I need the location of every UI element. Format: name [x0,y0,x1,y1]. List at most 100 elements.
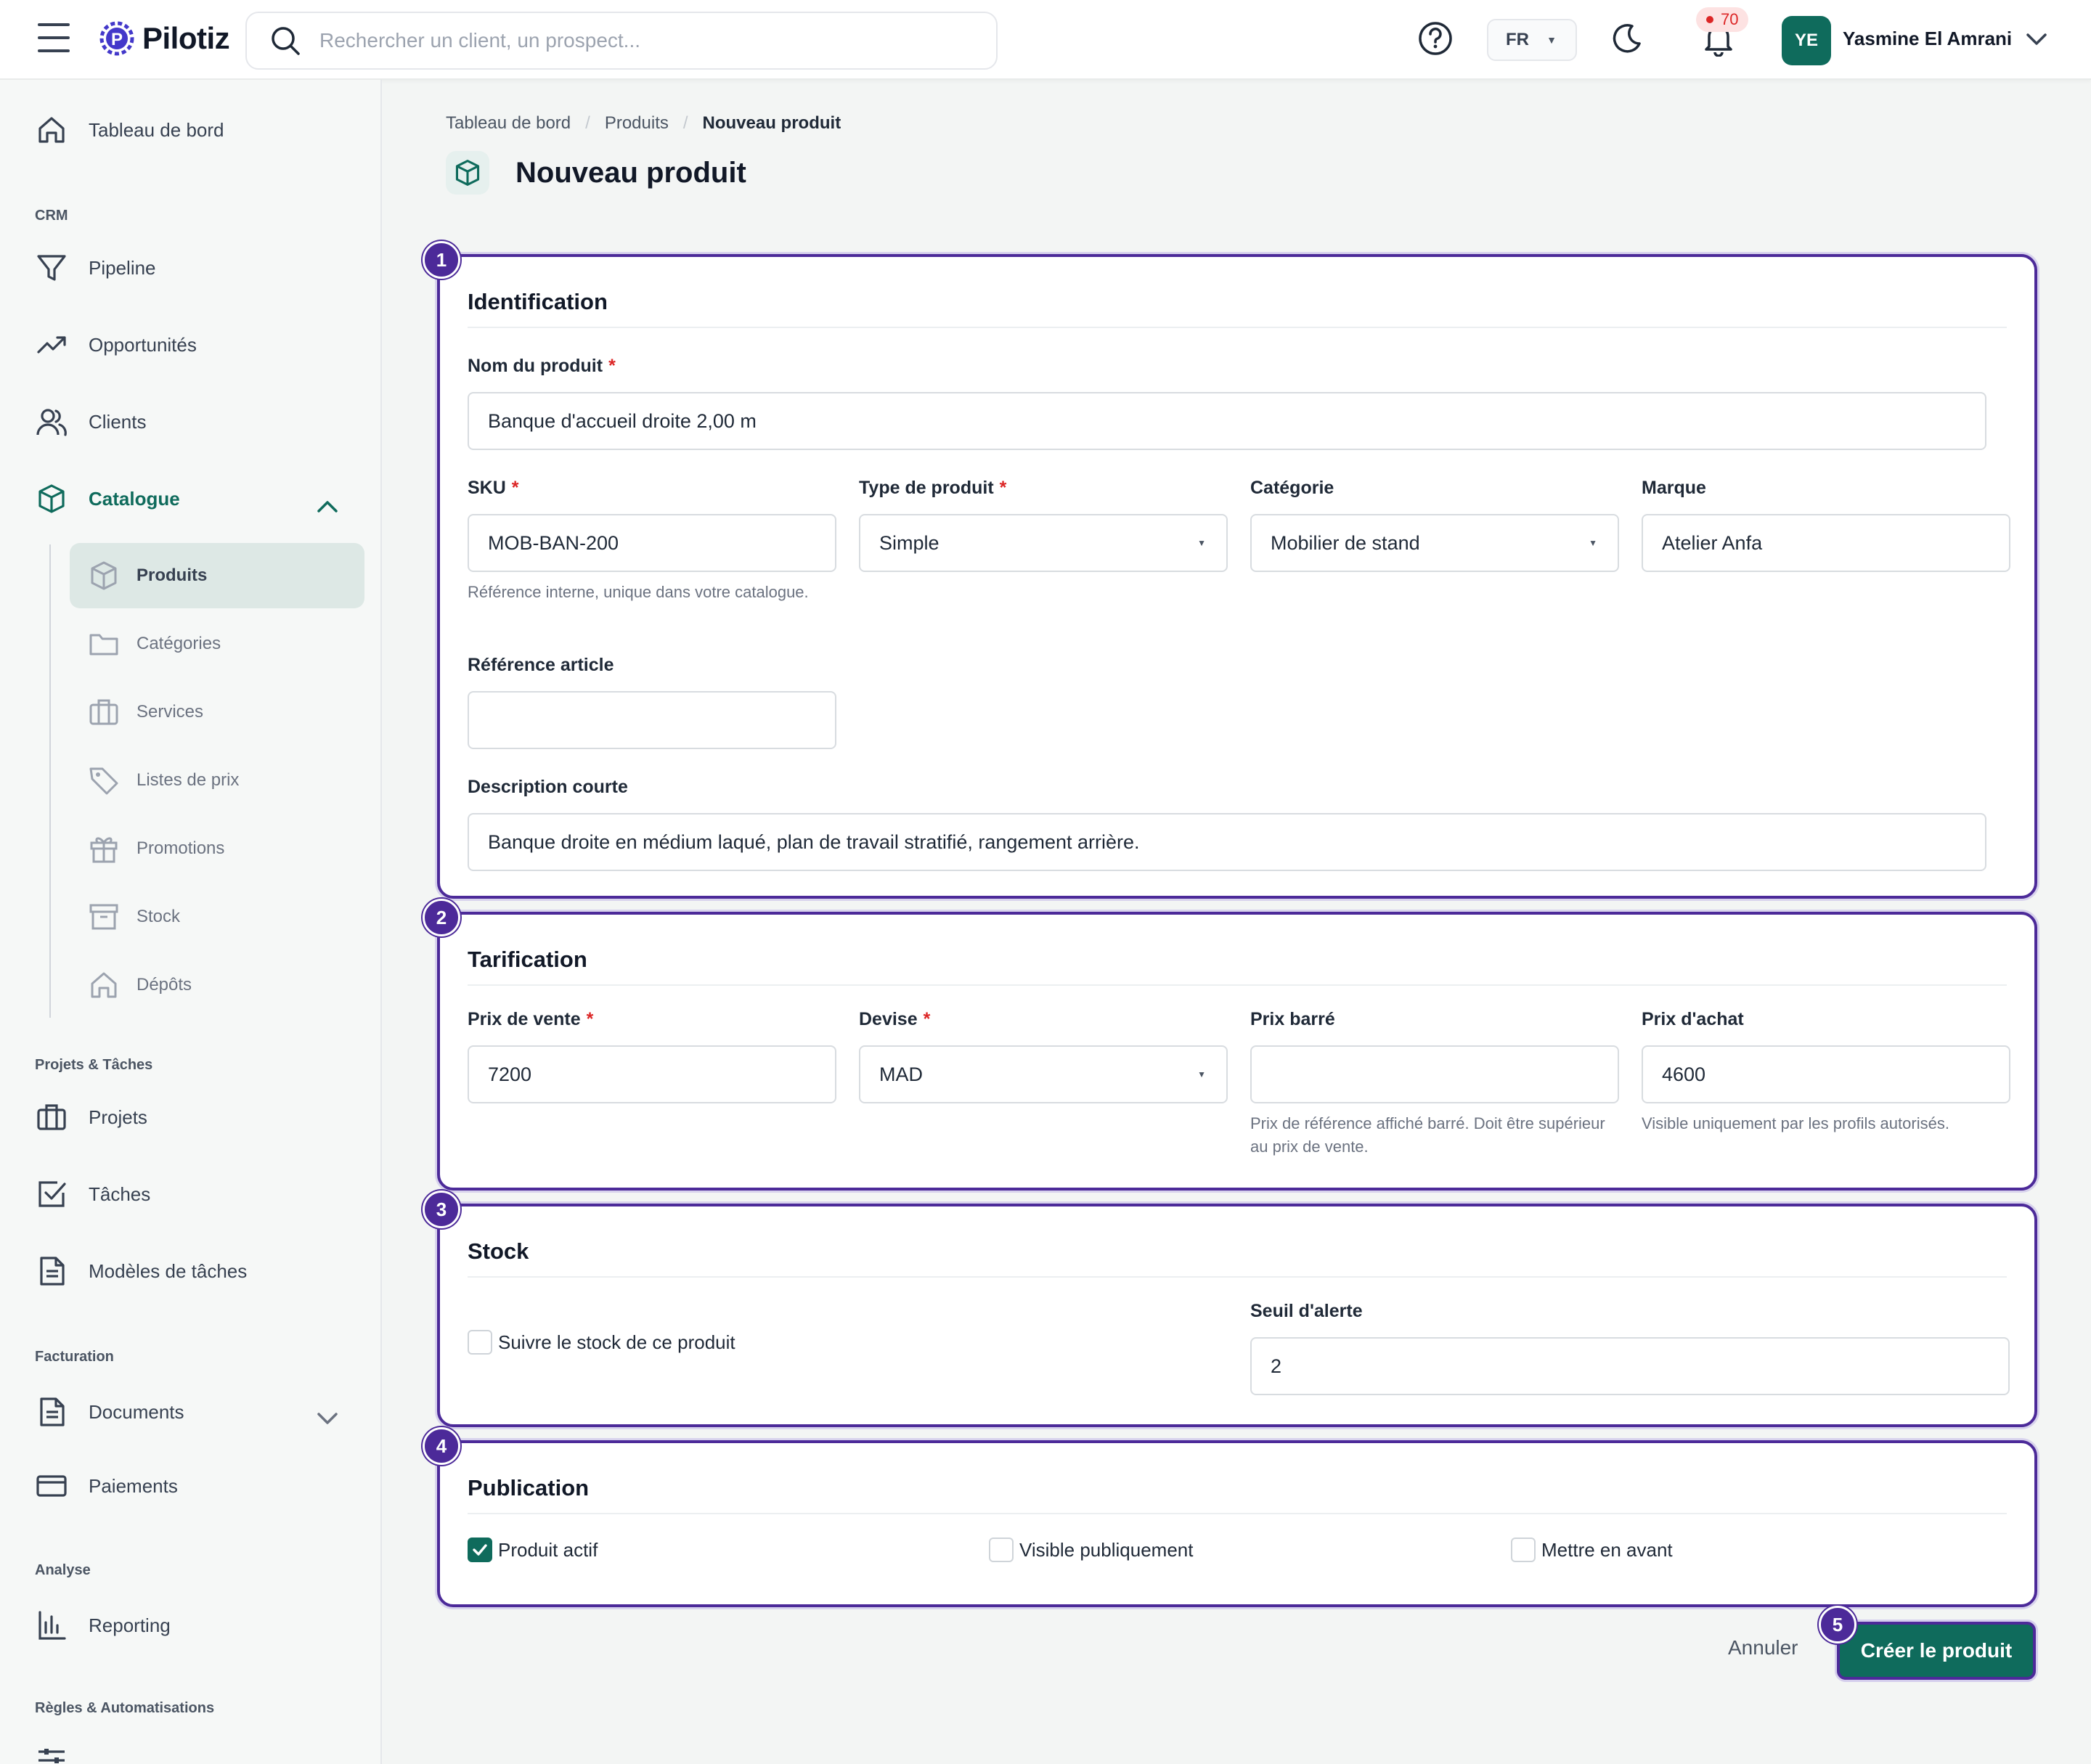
active-option[interactable]: Produit actif [468,1538,598,1562]
strike-price-label: Prix barré [1250,1009,1335,1029]
step-badge: 1 [423,241,460,279]
document-icon [35,1395,68,1429]
moon-icon[interactable] [1610,22,1644,55]
active-checkbox[interactable] [468,1538,492,1562]
category-select[interactable]: Mobilier de stand ▼ [1250,514,1619,572]
section-label-rules: Règles & Automatisations [35,1700,215,1716]
product-name-input[interactable]: Banque d'accueil droite 2,00 m [468,392,1986,450]
track-stock-label: Suivre le stock de ce produit [498,1331,735,1353]
chevron-down-icon[interactable] [315,1407,340,1429]
notification-badge: 70 [1696,7,1749,32]
sidebar-item-depots[interactable]: Dépôts [70,952,364,1018]
card-divider [468,1276,2007,1278]
notification-count: 70 [1721,10,1739,28]
public-option[interactable]: Visible publiquement [989,1538,1193,1562]
purchase-price-label: Prix d'achat [1642,1009,1744,1029]
sidebar-item-tasks[interactable]: Tâches [35,1177,150,1211]
sidebar-item-stock[interactable]: Stock [70,884,364,950]
sidebar-item-catalogue[interactable]: Catalogue [35,482,180,515]
sidebar-item-label: Clients [89,410,147,433]
card-title: Stock [468,1238,529,1264]
search-input[interactable] [319,29,973,52]
strike-price-help: Prix de référence affiché barré. Doit êt… [1250,1114,1605,1156]
card-title: Identification [468,289,608,314]
section-label-billing: Facturation [35,1349,114,1365]
help-icon[interactable] [1417,20,1454,57]
purchase-price-input[interactable]: 4600 [1642,1045,2010,1103]
avatar[interactable]: YE [1782,16,1831,65]
step-badge: 3 [423,1191,460,1228]
public-checkbox[interactable] [989,1538,1014,1562]
caret-down-icon: ▼ [1197,538,1206,548]
document-icon [35,1254,68,1288]
active-label: Produit actif [498,1538,598,1561]
currency-label: Devise * [859,1009,931,1029]
breadcrumb: Tableau de bord / Produits / Nouveau pro… [446,113,841,134]
featured-option[interactable]: Mettre en avant [1511,1538,1673,1562]
alert-threshold-input[interactable]: 2 [1250,1337,2010,1395]
home-icon [35,113,68,147]
chevron-down-icon[interactable] [2024,28,2049,49]
briefcase-icon [35,1101,68,1134]
brand-input[interactable]: Atelier Anfa [1642,514,2010,572]
sidebar-item-automations[interactable] [35,1742,68,1764]
sidebar-item-label: Catalogue [89,487,180,510]
chevron-up-icon[interactable] [315,495,340,517]
currency-select[interactable]: MAD ▼ [859,1045,1228,1103]
app-logo[interactable]: P Pilotiz [96,17,230,60]
trending-up-icon [35,328,68,362]
warehouse-icon [87,968,121,1002]
sidebar-item-label: Paiements [89,1474,178,1497]
sidebar-item-projects[interactable]: Projets [35,1101,147,1134]
track-stock-checkbox[interactable] [468,1330,492,1355]
caret-down-icon: ▼ [1546,34,1557,46]
sidebar-item-clients[interactable]: Clients [35,405,146,438]
sale-price-input[interactable]: 7200 [468,1045,836,1103]
user-name[interactable]: Yasmine El Amrani [1843,28,2012,50]
language-select[interactable]: FR ▼ [1487,19,1577,61]
checkmark-icon [473,1544,487,1556]
users-icon [35,405,68,438]
sku-input[interactable]: MOB-BAN-200 [468,514,836,572]
pilotiz-logo-icon: P [99,21,134,56]
sidebar-item-opportunities[interactable]: Opportunités [35,328,197,362]
card-title: Publication [468,1475,590,1500]
sidebar-item-documents[interactable]: Documents [35,1395,184,1429]
search-box[interactable] [245,12,998,70]
menu-icon[interactable] [38,23,70,52]
breadcrumb-separator: / [682,113,688,133]
reference-input[interactable] [468,691,836,749]
brand-label: Marque [1642,478,1706,498]
cube-icon [35,482,68,515]
product-type-value: Simple [879,531,939,554]
cancel-button[interactable]: Annuler [1728,1636,1798,1659]
strike-price-input[interactable] [1250,1045,1619,1103]
sidebar-item-promotions[interactable]: Promotions [70,816,364,881]
breadcrumb-section[interactable]: Produits [605,113,669,134]
product-type-select[interactable]: Simple ▼ [859,514,1228,572]
page-title: Nouveau produit [515,156,746,189]
category-value: Mobilier de stand [1271,531,1420,554]
sidebar-item-reporting[interactable]: Reporting [35,1609,171,1642]
featured-label: Mettre en avant [1541,1538,1673,1561]
sidebar-item-products[interactable]: Produits [70,543,364,608]
category-label: Catégorie [1250,478,1334,498]
sidebar-item-label: Tâches [89,1183,151,1205]
sidebar-item-payments[interactable]: Paiements [35,1469,178,1503]
pricing-card: Tarification Prix de vente * 7200 Devise *… [437,912,2037,1191]
sidebar-item-services[interactable]: Services [70,679,364,745]
sidebar-item-task-templates[interactable]: Modèles de tâches [35,1254,247,1288]
sidebar-item-price-lists[interactable]: Listes de prix [70,748,364,813]
create-product-button[interactable]: Créer le produit [1837,1622,2036,1680]
sidebar-item-categories[interactable]: Catégories [70,611,364,677]
track-stock-option[interactable]: Suivre le stock de ce produit [468,1330,735,1355]
sidebar-item-label: Services [136,702,204,722]
archive-icon [87,900,121,934]
sidebar-item-dashboard[interactable]: Tableau de bord [35,113,224,147]
featured-checkbox[interactable] [1511,1538,1536,1562]
sale-price-label: Prix de vente * [468,1009,594,1029]
sidebar-item-pipeline[interactable]: Pipeline [35,251,156,285]
sku-label: SKU * [468,478,519,498]
short-description-input[interactable]: Banque droite en médium laqué, plan de t… [468,813,1986,871]
breadcrumb-home[interactable]: Tableau de bord [446,113,571,134]
